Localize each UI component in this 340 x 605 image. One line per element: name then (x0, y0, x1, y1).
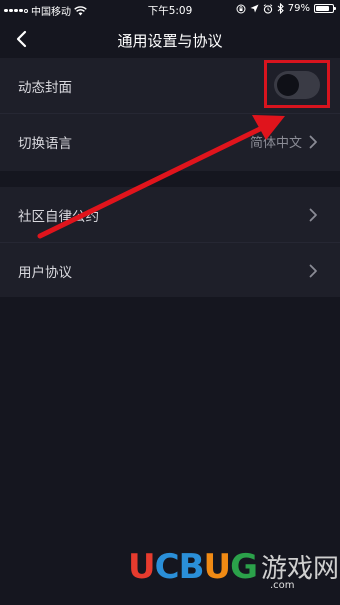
lock-rotation-icon (236, 4, 246, 13)
chevron-right-icon (309, 208, 317, 221)
watermark: UCBUG 游戏网 .com (128, 547, 339, 591)
watermark-url: .com (270, 580, 295, 591)
battery-percentage: 79% (287, 3, 310, 14)
user-agreement-label: 用户协议 (18, 264, 72, 281)
chevron-right-icon (309, 264, 317, 277)
status-right: 79% (236, 3, 336, 14)
annotation-highlight-box (264, 60, 330, 108)
status-bar: 中国移动 下午5:09 79% (0, 0, 340, 20)
chevron-right-icon (309, 135, 317, 148)
community-convention-label: 社区自律公约 (18, 208, 99, 225)
battery-icon (314, 4, 336, 13)
dynamic-cover-label: 动态封面 (18, 79, 72, 96)
watermark-logo: UCBUG (128, 547, 258, 587)
community-convention-row[interactable]: 社区自律公约 (0, 187, 340, 242)
language-row[interactable]: 切换语言 简体中文 (0, 113, 340, 169)
bluetooth-icon (277, 3, 284, 14)
user-agreement-row[interactable]: 用户协议 (0, 242, 340, 298)
language-value: 简体中文 (249, 136, 302, 151)
location-icon (250, 4, 259, 13)
nav-bar: 通用设置与协议 (0, 20, 340, 58)
settings-group-agreements: 社区自律公约 用户协议 (0, 187, 340, 297)
page-title: 通用设置与协议 (117, 32, 223, 50)
alarm-icon (263, 3, 273, 14)
language-label: 切换语言 (18, 135, 72, 152)
